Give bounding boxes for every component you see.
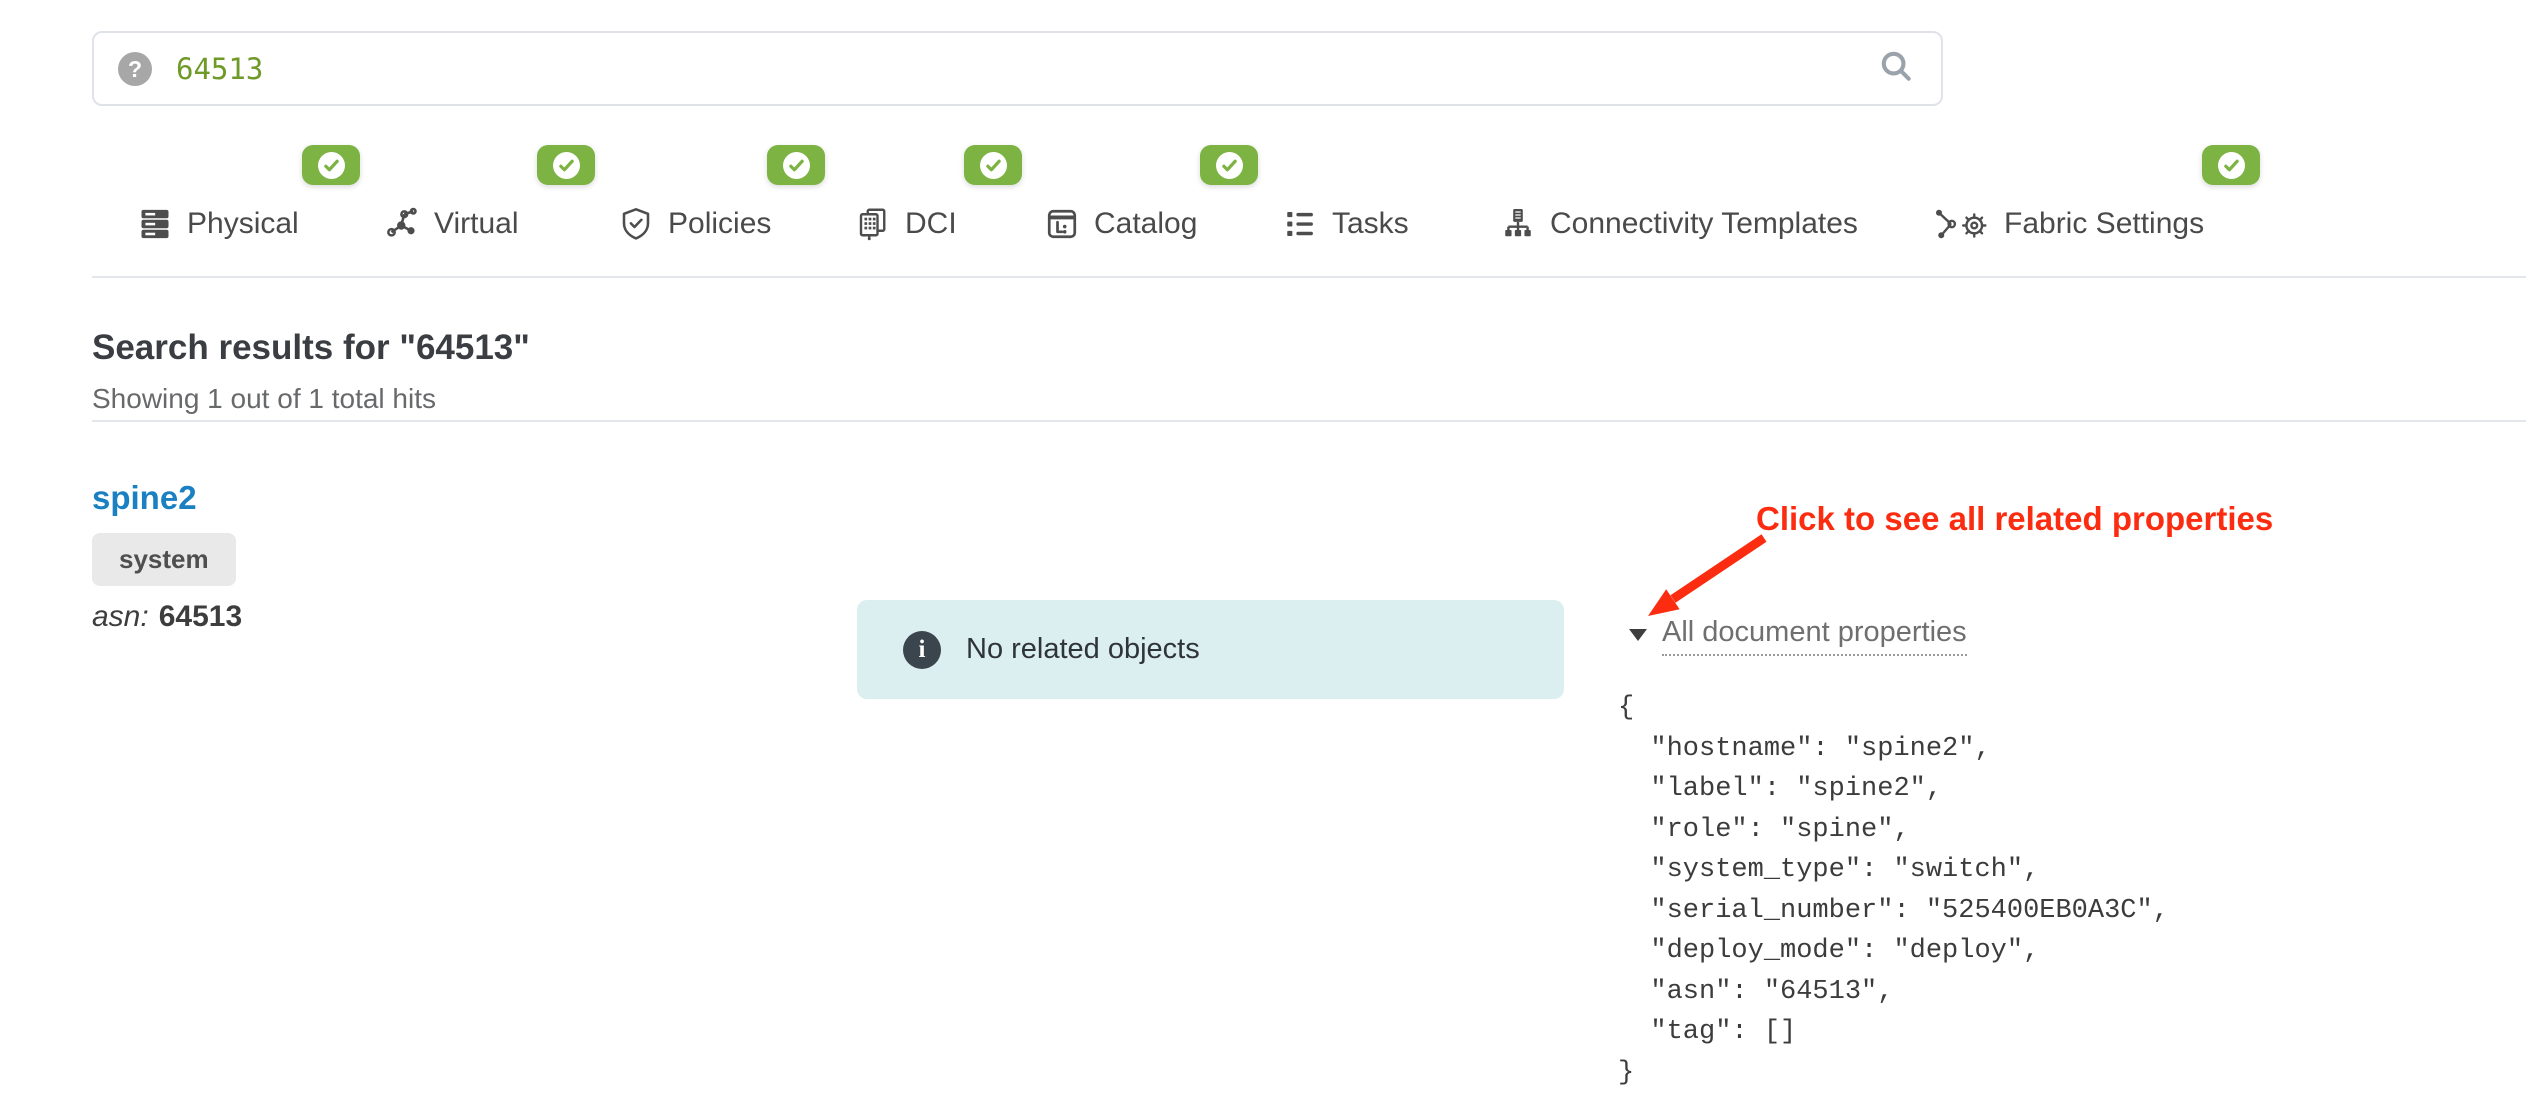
- results-count-text: Showing 1 out of 1 total hits: [92, 383, 436, 415]
- asn-field-value: 64513: [159, 600, 242, 633]
- info-message: No related objects: [966, 633, 1200, 666]
- nav-item-label: Tasks: [1332, 207, 1409, 241]
- divider: [92, 420, 2526, 422]
- check-icon: [2218, 152, 2245, 179]
- nav-item-catalog[interactable]: Catalog: [1044, 196, 1197, 252]
- nav-item-label: Connectivity Templates: [1550, 207, 1858, 241]
- status-check-badge-dci: [964, 145, 1022, 185]
- nav-item-label: Virtual: [434, 207, 519, 241]
- status-check-badge-catalog: [1200, 145, 1258, 185]
- nav-item-policies[interactable]: Policies: [618, 196, 771, 252]
- search-input[interactable]: [176, 52, 1877, 86]
- magnifier-icon[interactable]: [1877, 47, 1915, 90]
- check-icon: [553, 152, 580, 179]
- nav-item-label: Catalog: [1094, 207, 1197, 241]
- nav-item-connectivity-templates[interactable]: Connectivity Templates: [1500, 196, 1858, 252]
- nav-item-dci[interactable]: DCI: [855, 196, 957, 252]
- asn-field-label: asn:: [92, 600, 149, 633]
- search-help-icon[interactable]: ?: [118, 52, 152, 86]
- nav-item-label: Fabric Settings: [2004, 207, 2204, 241]
- check-icon: [783, 152, 810, 179]
- nav-item-label: Policies: [668, 207, 771, 241]
- all-document-properties-toggle[interactable]: All document properties: [1662, 616, 1967, 656]
- shield-check-icon: [618, 206, 654, 242]
- nav-item-fabric-settings[interactable]: Fabric Settings: [1933, 196, 2204, 252]
- nav-item-label: DCI: [905, 207, 957, 241]
- result-link-spine2[interactable]: spine2: [92, 479, 197, 517]
- network-molecule-icon: [384, 206, 420, 242]
- catalog-card-icon: [1044, 206, 1080, 242]
- check-icon: [1216, 152, 1243, 179]
- datacenter-buildings-icon: [855, 206, 891, 242]
- document-properties-json: { "hostname": "spine2", "label": "spine2…: [1618, 688, 2169, 1093]
- share-gear-icon: [1933, 206, 1990, 242]
- no-related-objects-box: i No related objects: [857, 600, 1564, 699]
- page-title: Search results for "64513": [92, 328, 530, 368]
- servers-icon: [137, 206, 173, 242]
- divider: [92, 276, 2526, 278]
- info-icon: i: [903, 631, 941, 669]
- nav-item-label: Physical: [187, 207, 299, 241]
- status-check-badge-virtual: [537, 145, 595, 185]
- result-asn-field: asn: 64513: [92, 600, 242, 634]
- nav-item-tasks[interactable]: Tasks: [1282, 196, 1409, 252]
- check-icon: [980, 152, 1007, 179]
- status-check-badge-physical: [302, 145, 360, 185]
- hierarchy-icon: [1500, 206, 1536, 242]
- check-icon: [318, 152, 345, 179]
- global-search-bar: ?: [92, 31, 1943, 106]
- collapse-caret-icon[interactable]: [1629, 629, 1647, 641]
- task-list-icon: [1282, 206, 1318, 242]
- status-check-badge-fabric-settings: [2202, 145, 2260, 185]
- nav-item-virtual[interactable]: Virtual: [384, 196, 519, 252]
- result-type-badge: system: [92, 533, 236, 586]
- search-results-page: { "search": { "value": "64513", "help_ic…: [0, 0, 2526, 1100]
- nav-item-physical[interactable]: Physical: [137, 196, 299, 252]
- status-check-badge-policies: [767, 145, 825, 185]
